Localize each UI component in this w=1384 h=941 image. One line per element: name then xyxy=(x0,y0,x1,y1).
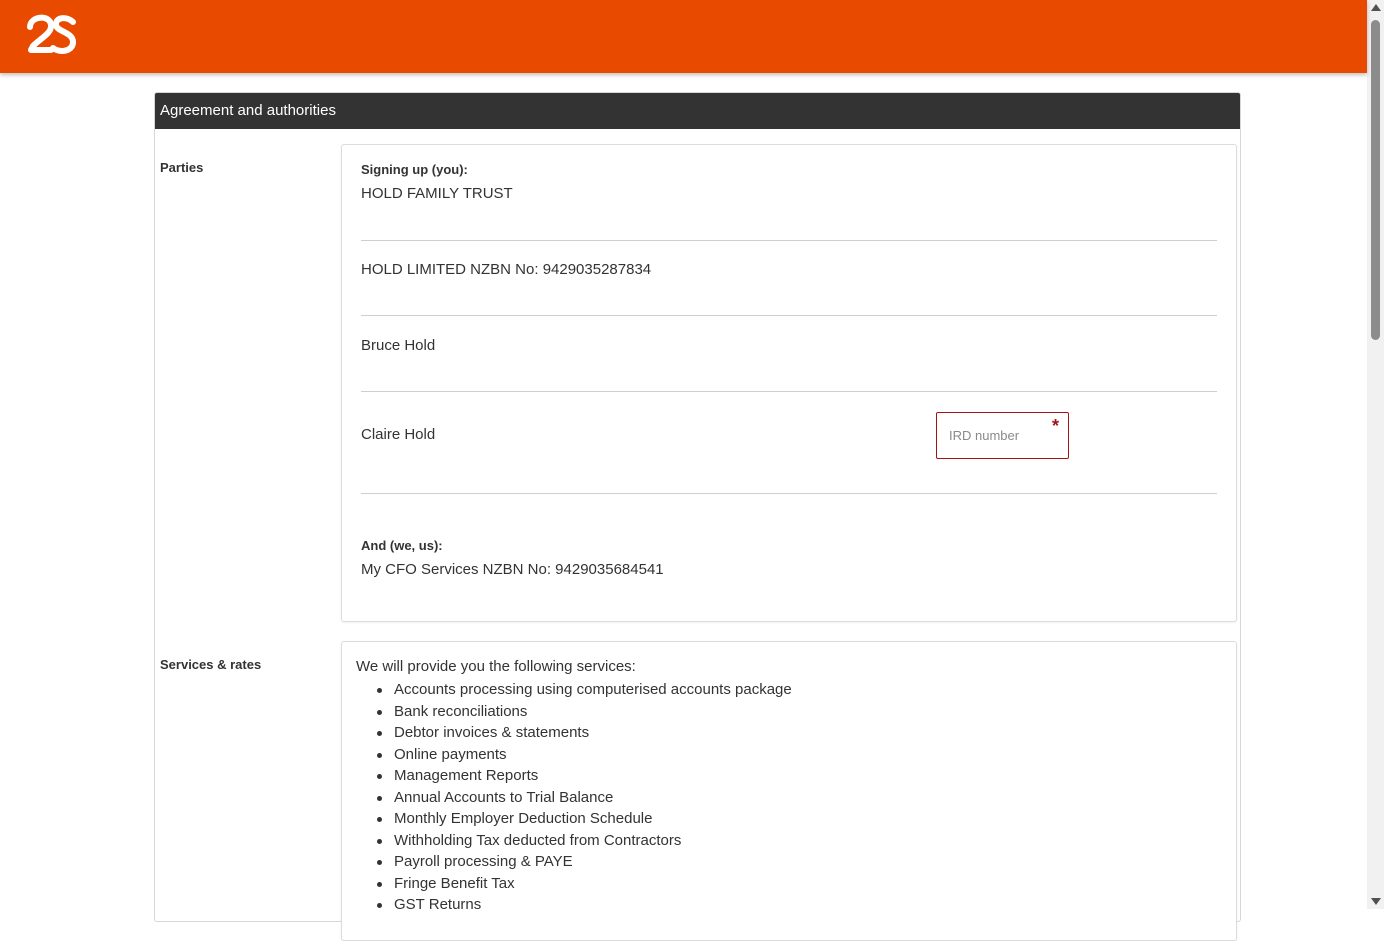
us-entry: My CFO Services NZBN No: 9429035684541 xyxy=(361,561,664,578)
list-item: GST Returns xyxy=(356,894,792,916)
bullet-icon xyxy=(377,709,382,715)
party-entry: Bruce Hold xyxy=(361,337,436,354)
2s-logo-icon[interactable] xyxy=(27,14,77,56)
list-item-label: Management Reports xyxy=(394,767,539,784)
list-item-label: Accounts processing using computerised a… xyxy=(394,681,792,698)
list-item: Withholding Tax deducted from Contractor… xyxy=(356,830,792,852)
list-item: Fringe Benefit Tax xyxy=(356,873,792,895)
services-list: Accounts processing using computerised a… xyxy=(356,679,792,916)
services-card: We will provide you the following servic… xyxy=(341,641,1237,941)
list-item-label: Annual Accounts to Trial Balance xyxy=(394,788,614,806)
list-item-label: Online payments xyxy=(394,745,507,763)
scroll-up-arrow-icon[interactable] xyxy=(1371,4,1381,11)
scroll-down-arrow-icon[interactable] xyxy=(1371,898,1381,905)
list-item: Annual Accounts to Trial Balance xyxy=(356,787,792,809)
party-entry: HOLD LIMITED NZBN No: 9429035287834 xyxy=(361,261,652,278)
divider xyxy=(361,315,1217,316)
list-item-label: Monthly Employer Deduction Schedule xyxy=(394,810,653,827)
required-asterisk-icon: * xyxy=(1051,416,1059,436)
list-item-label: Fringe Benefit Tax xyxy=(394,874,515,892)
bullet-icon xyxy=(377,752,382,758)
list-item: Online payments xyxy=(356,744,792,766)
list-item: Debtor invoices & statements xyxy=(356,722,792,744)
divider xyxy=(361,240,1217,241)
list-item-label: Payroll processing & PAYE xyxy=(394,853,573,870)
party-entry: Claire Hold xyxy=(361,426,436,443)
top-bar xyxy=(0,0,1367,73)
list-item-label: GST Returns xyxy=(394,896,482,913)
list-item-label: Debtor invoices & statements xyxy=(394,724,590,741)
bullet-icon xyxy=(377,688,382,693)
bullet-icon xyxy=(377,838,382,844)
list-item: Payroll processing & PAYE xyxy=(356,851,792,873)
services-intro: We will provide you the following servic… xyxy=(356,658,636,675)
ird-number-field[interactable]: * xyxy=(936,412,1069,459)
bullet-icon xyxy=(377,817,382,822)
divider xyxy=(361,493,1217,494)
parties-card: Signing up (you): HOLD FAMILY TRUST HOLD… xyxy=(341,144,1237,622)
signing-up-heading: Signing up (you): xyxy=(361,162,468,177)
divider xyxy=(361,391,1217,392)
ird-number-input[interactable] xyxy=(938,414,1048,457)
bullet-icon xyxy=(377,795,382,801)
list-item: Management Reports xyxy=(356,765,792,787)
list-item: Bank reconciliations xyxy=(356,701,792,723)
bullet-icon xyxy=(377,860,382,865)
list-item-label: Withholding Tax deducted from Contractor… xyxy=(394,831,682,849)
agreement-panel: Agreement and authorities Parties Signin… xyxy=(154,92,1241,941)
section-title: Agreement and authorities xyxy=(155,93,1240,129)
vertical-scrollbar[interactable] xyxy=(1367,0,1384,909)
list-item: Monthly Employer Deduction Schedule xyxy=(356,808,792,830)
list-item: Accounts processing using computerised a… xyxy=(356,679,792,701)
us-heading: And (we, us): xyxy=(361,538,443,553)
services-label: Services & rates xyxy=(160,657,262,672)
bullet-icon xyxy=(377,881,382,887)
bullet-icon xyxy=(377,774,382,779)
list-item-label: Bank reconciliations xyxy=(394,702,528,720)
parties-label: Parties xyxy=(160,160,204,175)
bullet-icon xyxy=(377,903,382,908)
party-entry: HOLD FAMILY TRUST xyxy=(361,185,513,202)
scrollbar-thumb[interactable] xyxy=(1371,20,1380,340)
bullet-icon xyxy=(377,731,382,736)
